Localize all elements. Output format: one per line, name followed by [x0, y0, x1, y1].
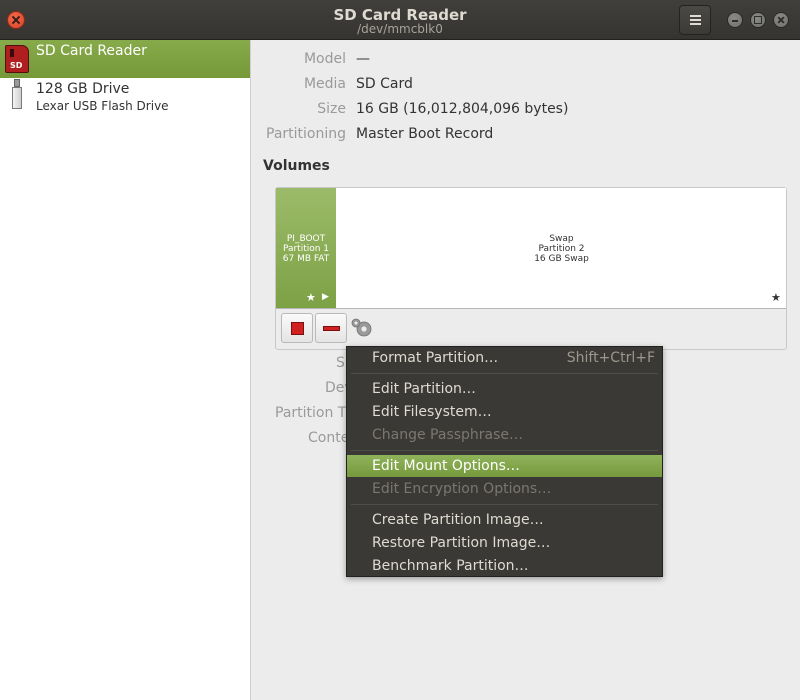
star-icon: ★	[771, 291, 781, 304]
minimize-icon[interactable]	[727, 12, 743, 28]
menu-item-format-partition[interactable]: Format Partition… Shift+Ctrl+F	[347, 347, 662, 369]
menu-item-edit-mount-options[interactable]: Edit Mount Options…	[347, 455, 662, 477]
star-icon: ★	[306, 291, 316, 304]
gears-icon[interactable]	[349, 316, 375, 342]
partitioning-label: Partitioning	[266, 126, 346, 142]
device-item-128gb-drive[interactable]: 128 GB Drive Lexar USB Flash Drive	[0, 78, 250, 116]
model-label: Model	[303, 51, 346, 67]
app-menu-button[interactable]	[679, 5, 711, 35]
delete-partition-button[interactable]	[315, 313, 347, 343]
hamburger-icon	[690, 15, 701, 17]
menu-separator	[351, 450, 658, 451]
menu-item-create-partition-image[interactable]: Create Partition Image…	[347, 509, 662, 531]
stop-icon	[291, 322, 304, 335]
play-icon: ▶	[322, 292, 329, 302]
device-name: SD Card Reader	[36, 43, 147, 59]
menu-separator	[351, 373, 658, 374]
size-label: Size	[317, 101, 346, 117]
menu-item-edit-encryption-options: Edit Encryption Options…	[372, 481, 552, 497]
size-value: 16 GB (16,012,804,096 bytes)	[356, 101, 569, 117]
model-value: —	[356, 51, 370, 67]
media-label: Media	[303, 76, 346, 92]
menu-item-edit-partition[interactable]: Edit Partition…	[347, 378, 662, 400]
window-close-icon[interactable]	[773, 12, 789, 28]
device-name: 128 GB Drive	[36, 81, 130, 97]
device-sidebar: SD SD Card Reader 128 GB Drive Lexar USB…	[0, 40, 251, 700]
menu-item-benchmark-partition[interactable]: Benchmark Partition…	[347, 555, 662, 577]
menu-item-restore-partition-image[interactable]: Restore Partition Image…	[347, 532, 662, 554]
device-item-sd-card-reader[interactable]: SD SD Card Reader	[0, 40, 250, 78]
menu-separator	[351, 504, 658, 505]
shortcut-hint: Shift+Ctrl+F	[566, 350, 655, 366]
partition-2-block[interactable]: Swap Partition 2 16 GB Swap ★	[337, 188, 786, 308]
maximize-icon[interactable]	[750, 12, 766, 28]
sd-card-icon: SD	[5, 45, 29, 73]
usb-drive-icon	[12, 79, 22, 109]
title-bar: SD Card Reader /dev/mmcblk0	[0, 0, 800, 40]
partition-type-label-partial: Partition T	[275, 405, 347, 421]
contents-label-partial: Conte	[308, 430, 350, 446]
stop-button[interactable]	[281, 313, 313, 343]
partition-1-block[interactable]: PI_BOOT Partition 1 67 MB FAT ★ ▶	[276, 188, 336, 308]
media-value: SD Card	[356, 76, 413, 92]
menu-item-edit-filesystem[interactable]: Edit Filesystem…	[347, 401, 662, 423]
partitioning-value: Master Boot Record	[356, 126, 494, 142]
minus-icon	[323, 326, 340, 331]
device-description: Lexar USB Flash Drive	[36, 99, 169, 113]
partition-context-menu: Format Partition… Shift+Ctrl+F Edit Part…	[346, 346, 663, 577]
volumes-heading: Volumes	[263, 158, 330, 174]
menu-item-change-passphrase: Change Passphrase…	[372, 427, 524, 443]
partition-size-label-partial: S	[336, 355, 345, 371]
